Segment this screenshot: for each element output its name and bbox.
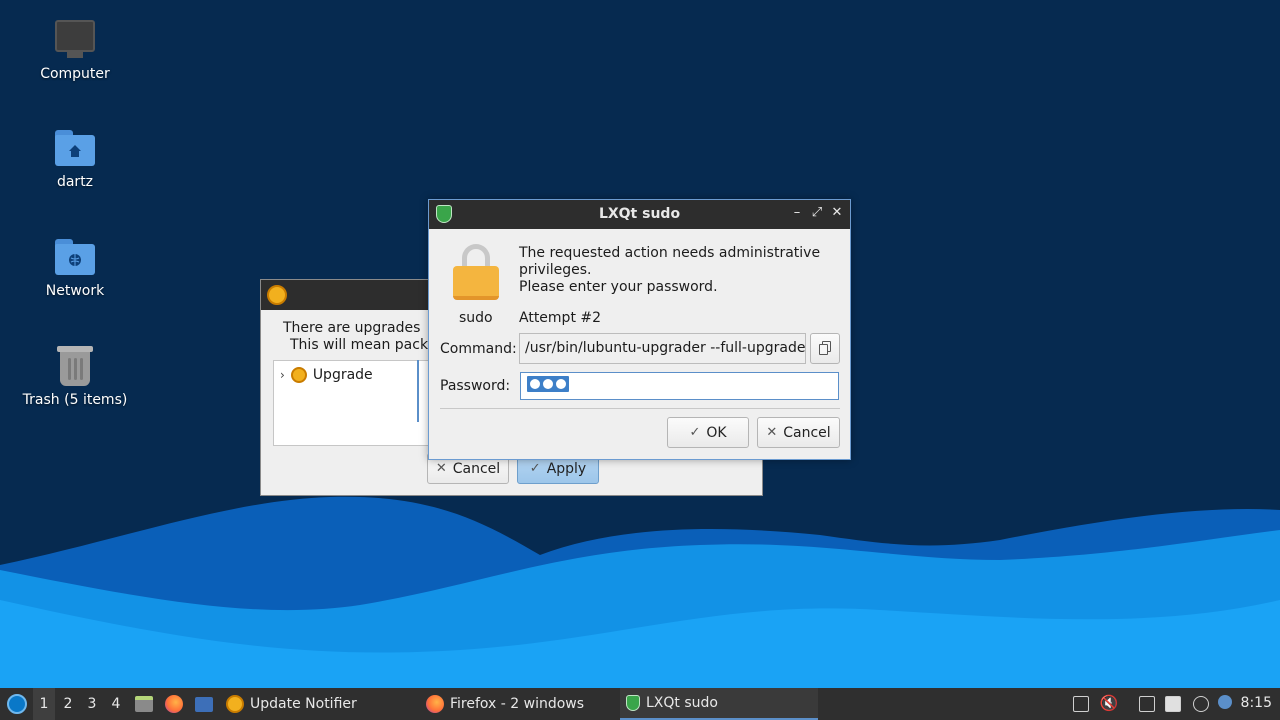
- network-folder-icon: [53, 235, 97, 279]
- terminal-icon: [195, 696, 213, 712]
- quicklaunch-file-manager[interactable]: [131, 688, 157, 720]
- password-dot: [556, 379, 566, 389]
- button-label: Cancel: [783, 424, 831, 441]
- user-label: sudo: [459, 310, 493, 326]
- tray-show-desktop[interactable]: [1071, 694, 1091, 714]
- clipboard-icon: [1165, 696, 1181, 712]
- close-icon[interactable]: ✕: [829, 205, 845, 221]
- command-label: Command:: [440, 341, 517, 357]
- close-icon: ✕: [435, 461, 447, 476]
- message-line: privileges.: [519, 262, 592, 278]
- workspace-3[interactable]: 3: [81, 688, 103, 720]
- close-icon: ✕: [766, 425, 778, 440]
- task-label: Firefox - 2 windows: [450, 696, 585, 712]
- quicklaunch-terminal[interactable]: [191, 688, 217, 720]
- window-titlebar[interactable]: LXQt sudo – ⤢ ✕: [429, 200, 850, 229]
- info-icon: [1218, 695, 1232, 709]
- tree-item-upgrade[interactable]: › Upgrade: [280, 367, 373, 383]
- workspace-4[interactable]: 4: [105, 688, 127, 720]
- firefox-icon: [165, 695, 183, 713]
- desktop-icon-label: Network: [45, 283, 105, 299]
- maximize-icon[interactable]: ⤢: [809, 205, 825, 221]
- upgrade-message: There are upgrades This will mean pack: [283, 320, 428, 354]
- password-field[interactable]: [520, 372, 839, 400]
- password-mask: [527, 376, 569, 392]
- password-label: Password:: [440, 378, 511, 394]
- update-tray-icon: [1193, 696, 1209, 712]
- task-label: LXQt sudo: [646, 695, 718, 711]
- tray-network[interactable]: [1137, 694, 1157, 714]
- task-lxqt-sudo[interactable]: LXQt sudo: [620, 688, 818, 720]
- task-firefox[interactable]: Firefox - 2 windows: [420, 688, 615, 720]
- quicklaunch-firefox[interactable]: [161, 688, 187, 720]
- update-icon: [267, 285, 287, 305]
- password-dot: [543, 379, 553, 389]
- workspace-2[interactable]: 2: [57, 688, 79, 720]
- lubuntu-menu-icon: [7, 694, 27, 714]
- shield-icon: [626, 695, 640, 711]
- volume-muted-icon[interactable]: 🔇: [1099, 694, 1119, 714]
- button-label: Apply: [546, 460, 587, 477]
- task-label: Update Notifier: [250, 696, 357, 712]
- minimize-icon[interactable]: –: [789, 205, 805, 221]
- network-icon: [1139, 696, 1155, 712]
- copy-icon: [819, 344, 828, 355]
- update-icon: [226, 695, 244, 713]
- copy-command-button[interactable]: [810, 333, 840, 364]
- workspace-1[interactable]: 1: [33, 688, 55, 720]
- desktop-icon-label: Trash (5 items): [22, 392, 128, 408]
- desktop-icon-label: Computer: [40, 66, 110, 82]
- computer-icon: [53, 18, 97, 62]
- check-icon: ✓: [529, 461, 541, 476]
- show-desktop-icon: [1073, 696, 1089, 712]
- desktop-icon-network[interactable]: Network: [10, 235, 140, 299]
- home-folder-icon: [53, 126, 97, 170]
- auth-message: The requested action needs administrativ…: [519, 245, 839, 296]
- trash-icon: [53, 344, 97, 388]
- window-title: LXQt sudo: [598, 206, 681, 222]
- desktop-icon-label: dartz: [56, 174, 94, 190]
- divider: [440, 408, 840, 409]
- tray-clipboard[interactable]: [1163, 694, 1183, 714]
- cancel-button[interactable]: ✕ Cancel: [757, 417, 840, 448]
- firefox-icon: [426, 695, 444, 713]
- message-line: Please enter your password.: [519, 279, 718, 295]
- main-menu-button[interactable]: [4, 688, 30, 720]
- tray-notification[interactable]: [1215, 694, 1235, 714]
- update-icon: [290, 367, 307, 383]
- command-field[interactable]: /usr/bin/lubuntu-upgrader --full-upgrade: [519, 333, 806, 364]
- upgrade-tree[interactable]: › Upgrade: [273, 360, 433, 446]
- clock[interactable]: 8:15: [1241, 695, 1272, 711]
- desktop-icon-trash[interactable]: Trash (5 items): [10, 344, 140, 408]
- desktop-icon-home[interactable]: dartz: [10, 126, 140, 190]
- password-dot: [530, 379, 540, 389]
- desktop-icon-computer[interactable]: Computer: [10, 18, 140, 82]
- button-label: Cancel: [452, 460, 501, 477]
- ok-button[interactable]: ✓ OK: [667, 417, 749, 448]
- attempt-label: Attempt #2: [519, 310, 602, 326]
- tray-update[interactable]: [1191, 694, 1211, 714]
- file-manager-icon: [135, 696, 153, 712]
- sudo-dialog[interactable]: LXQt sudo – ⤢ ✕ sudo The requested actio…: [428, 199, 851, 460]
- check-icon: ✓: [689, 425, 701, 440]
- message-line: The requested action needs administrativ…: [519, 245, 821, 261]
- tree-item-label: Upgrade: [312, 367, 373, 383]
- taskbar: 1 2 3 4 Update Notifier Firefox - 2 wind…: [0, 688, 1280, 720]
- lock-icon: [453, 244, 499, 300]
- button-label: OK: [706, 424, 727, 441]
- chevron-right-icon[interactable]: ›: [280, 368, 285, 382]
- task-update-notifier[interactable]: Update Notifier: [220, 688, 415, 720]
- message-line: This will mean pack: [290, 337, 429, 353]
- message-line: There are upgrades: [283, 320, 421, 336]
